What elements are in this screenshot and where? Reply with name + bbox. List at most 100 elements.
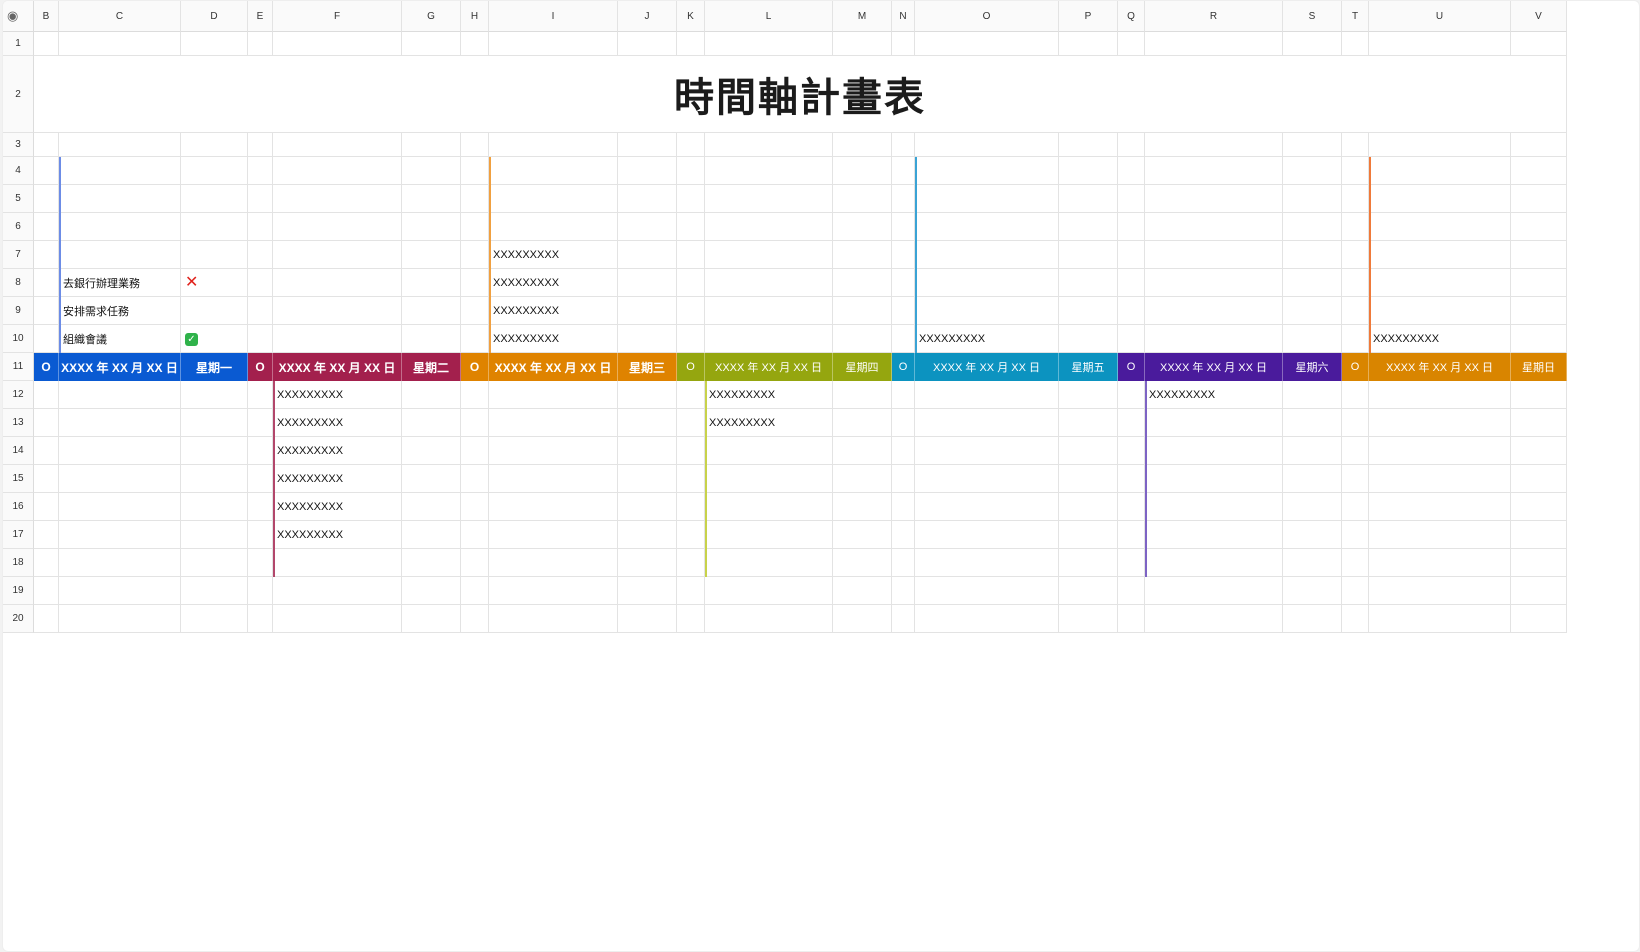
row-header-11[interactable]: 11 (3, 353, 34, 381)
cell[interactable] (705, 133, 833, 157)
cell[interactable] (273, 269, 402, 297)
row-header-9[interactable]: 9 (3, 297, 34, 325)
cell[interactable] (1145, 493, 1283, 521)
row-header-3[interactable]: 3 (3, 133, 34, 157)
cell[interactable] (181, 133, 248, 157)
cell[interactable] (1342, 213, 1369, 241)
cell[interactable] (34, 437, 59, 465)
task-label[interactable]: 去銀行辦理業務 (59, 269, 181, 297)
cell[interactable] (489, 493, 618, 521)
column-header-g[interactable]: G (402, 1, 461, 32)
day-date-header[interactable]: XXXX 年 XX 月 XX 日 (915, 353, 1059, 381)
cell[interactable] (248, 269, 273, 297)
cell[interactable] (1511, 241, 1567, 269)
cell[interactable] (677, 157, 705, 185)
cell[interactable] (489, 549, 618, 577)
cell[interactable] (34, 465, 59, 493)
cell[interactable] (1118, 213, 1145, 241)
weekday-header[interactable]: 星期五 (1059, 353, 1118, 381)
cell[interactable] (1118, 521, 1145, 549)
day-date-header[interactable]: XXXX 年 XX 月 XX 日 (489, 353, 618, 381)
timeline-entry[interactable]: XXXXXXXXX (705, 381, 833, 409)
cell[interactable] (59, 493, 181, 521)
cell[interactable] (59, 465, 181, 493)
cell[interactable] (892, 521, 915, 549)
cell[interactable] (248, 437, 273, 465)
cell[interactable] (34, 185, 59, 213)
cell[interactable] (402, 325, 461, 353)
cell[interactable] (402, 549, 461, 577)
cell[interactable] (915, 409, 1059, 437)
row-header-2[interactable]: 2 (3, 56, 34, 133)
cell[interactable] (461, 577, 489, 605)
row-header-13[interactable]: 13 (3, 409, 34, 437)
column-header-i[interactable]: I (489, 1, 618, 32)
cell[interactable] (1059, 325, 1118, 353)
column-header-s[interactable]: S (1283, 1, 1342, 32)
cell[interactable] (677, 325, 705, 353)
cell[interactable] (489, 133, 618, 157)
cell[interactable] (618, 269, 677, 297)
cell[interactable] (461, 381, 489, 409)
cell[interactable] (1342, 465, 1369, 493)
cell[interactable] (1283, 409, 1342, 437)
cell[interactable] (489, 381, 618, 409)
cell[interactable] (1369, 409, 1511, 437)
cell[interactable] (892, 297, 915, 325)
cell[interactable] (59, 133, 181, 157)
timeline-entry[interactable]: XXXXXXXXX (273, 465, 402, 493)
cell[interactable] (833, 409, 892, 437)
cell[interactable] (618, 437, 677, 465)
cell[interactable] (1059, 437, 1118, 465)
cell[interactable] (1369, 437, 1511, 465)
cell[interactable] (677, 381, 705, 409)
cell[interactable] (1059, 32, 1118, 56)
cell[interactable] (892, 185, 915, 213)
cell[interactable] (34, 157, 59, 185)
cell[interactable] (1118, 409, 1145, 437)
cell[interactable] (833, 521, 892, 549)
cell[interactable] (461, 241, 489, 269)
cell[interactable] (1511, 269, 1567, 297)
cell[interactable] (1118, 605, 1145, 633)
row-header-18[interactable]: 18 (3, 549, 34, 577)
day-marker[interactable]: O (892, 353, 915, 381)
cell[interactable] (1342, 381, 1369, 409)
cell[interactable] (1059, 185, 1118, 213)
weekday-header[interactable]: 星期一 (181, 353, 248, 381)
cell[interactable] (1283, 605, 1342, 633)
cell[interactable] (1059, 521, 1118, 549)
cell[interactable] (59, 381, 181, 409)
cell[interactable] (1369, 521, 1511, 549)
day-marker[interactable]: O (461, 353, 489, 381)
cell[interactable] (618, 549, 677, 577)
cell[interactable] (1511, 577, 1567, 605)
cell[interactable] (892, 437, 915, 465)
cell[interactable] (1511, 32, 1567, 56)
cell[interactable] (34, 605, 59, 633)
cell[interactable] (1342, 325, 1369, 353)
cell[interactable] (1511, 521, 1567, 549)
cell[interactable] (833, 297, 892, 325)
cell[interactable] (59, 32, 181, 56)
cell[interactable] (833, 437, 892, 465)
cell[interactable] (915, 157, 1059, 185)
cell[interactable] (1283, 465, 1342, 493)
day-date-header[interactable]: XXXX 年 XX 月 XX 日 (1369, 353, 1511, 381)
cell[interactable] (1369, 549, 1511, 577)
cell[interactable] (248, 241, 273, 269)
cell[interactable] (402, 493, 461, 521)
cell[interactable] (833, 325, 892, 353)
column-header-m[interactable]: M (833, 1, 892, 32)
cell[interactable] (1145, 549, 1283, 577)
timeline-entry[interactable]: XXXXXXXXX (1145, 381, 1283, 409)
cell[interactable] (1145, 465, 1283, 493)
cell[interactable] (402, 465, 461, 493)
cell[interactable] (1369, 241, 1511, 269)
cell[interactable] (461, 157, 489, 185)
cell[interactable] (833, 133, 892, 157)
cell[interactable] (1145, 577, 1283, 605)
cell[interactable] (1342, 437, 1369, 465)
cell[interactable] (273, 549, 402, 577)
cell[interactable] (461, 465, 489, 493)
